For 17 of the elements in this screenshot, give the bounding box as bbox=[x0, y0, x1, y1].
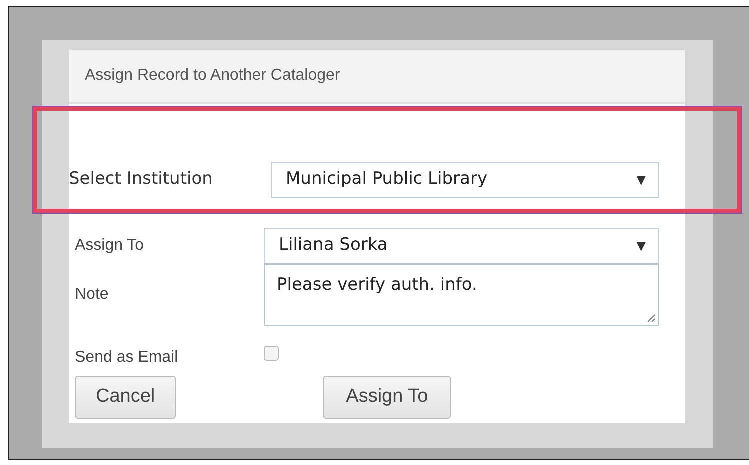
field-label: Send as Email bbox=[74, 348, 180, 368]
field-label: Note bbox=[74, 285, 110, 305]
dialog-title: Assign Record to Another Cataloger bbox=[69, 50, 685, 104]
caret-icon: ▼ bbox=[636, 171, 646, 189]
resize-grip-icon[interactable] bbox=[647, 314, 656, 323]
assign-button[interactable]: Assign To bbox=[323, 376, 452, 418]
selected-value: Municipal Public Library bbox=[286, 168, 488, 192]
caret-icon: ▼ bbox=[636, 237, 646, 255]
field-label: Select Institution bbox=[69, 168, 214, 192]
note-text: Please verify auth. info. bbox=[277, 275, 478, 295]
field-label: Assign To bbox=[74, 236, 146, 256]
dropdown-field[interactable]: Liliana Sorka ▼ bbox=[264, 228, 659, 264]
dropdown-field[interactable]: Municipal Public Library ▼ bbox=[271, 162, 659, 198]
selected-value: Liliana Sorka bbox=[279, 234, 388, 258]
email-checkbox[interactable] bbox=[264, 346, 279, 360]
cancel-button[interactable]: Cancel bbox=[75, 376, 176, 418]
note-field[interactable]: Please verify auth. info. bbox=[264, 264, 659, 326]
